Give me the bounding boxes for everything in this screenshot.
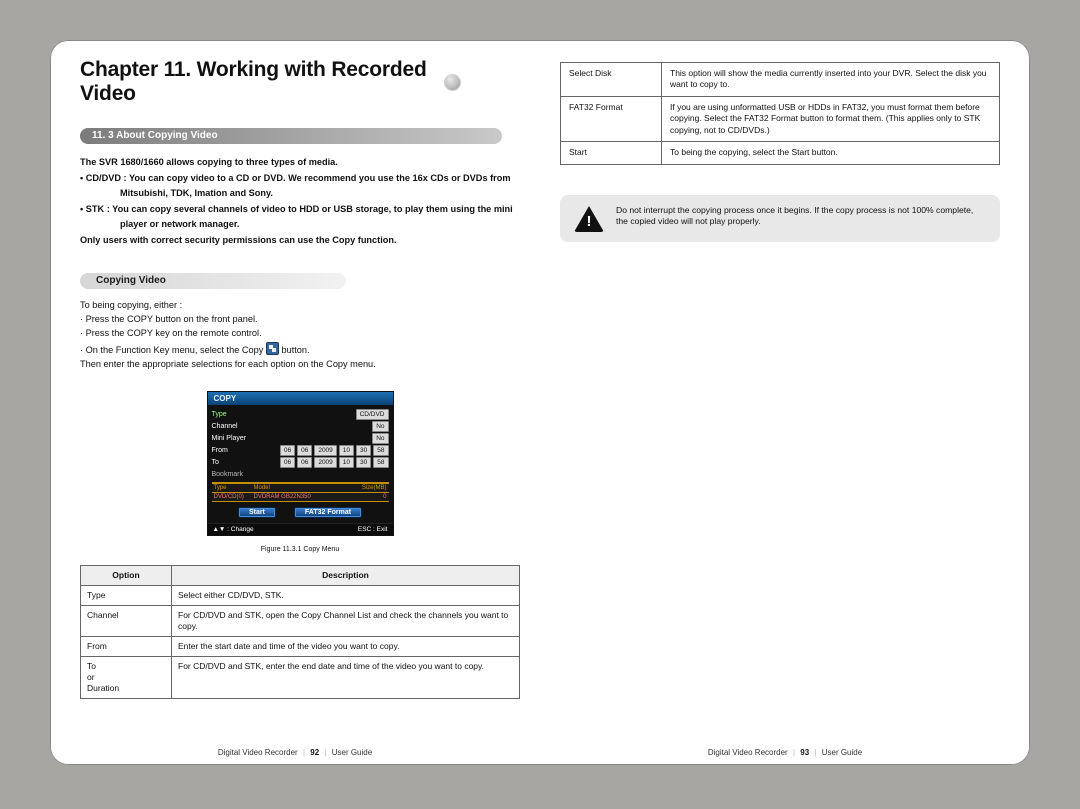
page-footer: Digital Video Recorder | 92 | User Guide… (50, 748, 1030, 757)
table-row: FAT32 Format If you are using unformatte… (561, 96, 1000, 141)
copy-menu-footer: ▲▼ : Change ESC : Exit (208, 523, 393, 535)
intro-bullet-1: • CD/DVD : You can copy video to a CD or… (80, 172, 520, 184)
section-heading: 11. 3 About Copying Video (80, 128, 502, 144)
copy-start-button: Start (238, 507, 276, 518)
intro-note: Only users with correct security permiss… (80, 234, 520, 246)
copy-table-header: Type Model Size(MB) (212, 482, 389, 493)
table-row: From Enter the start date and time of th… (81, 636, 520, 656)
step-2: · Press the COPY key on the remote contr… (80, 327, 520, 339)
page-spread: Chapter 11. Working with Recorded Video … (50, 40, 1030, 765)
copy-menu-title: COPY (208, 392, 393, 405)
step-3: · On the Function Key menu, select the C… (80, 342, 520, 356)
footer-left: Digital Video Recorder | 92 | User Guide (218, 748, 372, 757)
right-options-table: Select Disk This option will show the me… (560, 62, 1000, 165)
intro-lead: The SVR 1680/1660 allows copying to thre… (80, 156, 520, 168)
table-row: Start To being the copying, select the S… (561, 142, 1000, 164)
subsection-heading: Copying Video (80, 273, 346, 289)
figure-caption: Figure 11.3.1 Copy Menu (80, 546, 520, 553)
step-1: · Press the COPY button on the front pan… (80, 313, 520, 325)
table-row: Channel For CD/DVD and STK, open the Cop… (81, 605, 520, 636)
options-header-1: Option (81, 565, 172, 585)
warning-text: Do not interrupt the copying process onc… (616, 205, 986, 228)
intro-bullet-2: • STK : You can copy several channels of… (80, 203, 520, 215)
copy-fat32-button: FAT32 Format (294, 507, 362, 518)
intro-bullet-2b: player or network manager. (80, 218, 520, 230)
copy-function-icon (266, 342, 279, 355)
options-header-2: Description (172, 565, 520, 585)
step-0: To being copying, either : (80, 299, 520, 311)
warning-box: Do not interrupt the copying process onc… (560, 195, 1000, 242)
chapter-title-bar: Chapter 11. Working with Recorded Video (80, 58, 460, 106)
table-row: Select Disk This option will show the me… (561, 63, 1000, 97)
copy-row-channel: Channel No (212, 422, 389, 432)
table-row: To or Duration For CD/DVD and STK, enter… (81, 656, 520, 698)
copy-row-from: From 06 06 2009 10 30 58 (212, 446, 389, 456)
chapter-title: Chapter 11. Working with Recorded Video (80, 58, 435, 106)
copy-row-to: To 06 06 2009 10 30 58 (212, 458, 389, 468)
copy-menu-figure: COPY Type CD/DVD Channel No Mini Player … (207, 391, 394, 536)
intro-block: The SVR 1680/1660 allows copying to thre… (80, 152, 520, 251)
left-page: Chapter 11. Working with Recorded Video … (80, 58, 520, 729)
copy-table-row: DVD/CD(0) DVDRAM GB22N350 0 (212, 493, 389, 502)
table-row: Type Select either CD/DVD, STK. (81, 585, 520, 605)
copy-row-type: Type CD/DVD (212, 410, 389, 420)
warning-triangle-icon (574, 206, 604, 232)
intro-bullet-1b: Mitsubishi, TDK, Imation and Sony. (80, 187, 520, 199)
footer-right: Digital Video Recorder | 93 | User Guide (708, 748, 862, 757)
copy-row-bookmark: Bookmark (212, 470, 389, 480)
steps-block: To being copying, either : · Press the C… (80, 297, 520, 373)
bullet-dot-icon (445, 75, 460, 90)
right-page: Select Disk This option will show the me… (560, 58, 1000, 729)
step-4: Then enter the appropriate selections fo… (80, 358, 520, 370)
copy-row-mini: Mini Player No (212, 434, 389, 444)
options-table: Option Description Type Select either CD… (80, 565, 520, 699)
